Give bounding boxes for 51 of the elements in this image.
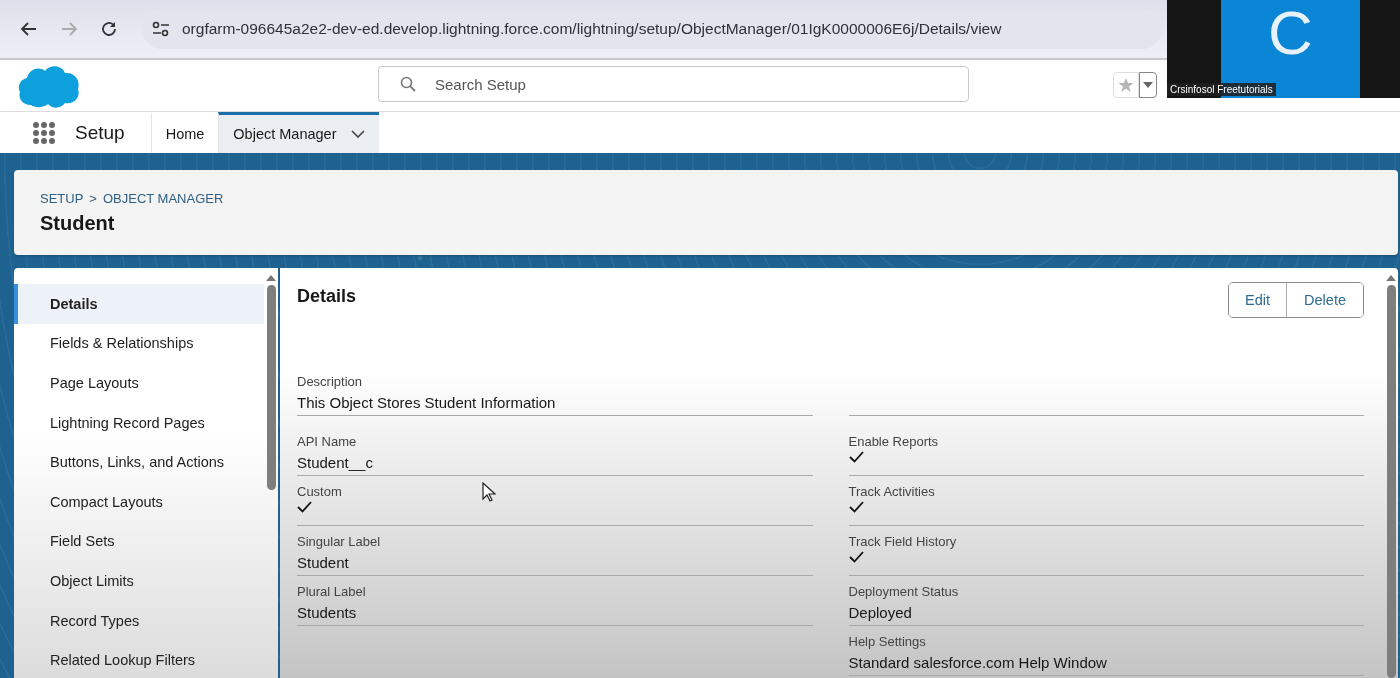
app-name: Setup [75, 120, 125, 145]
sidebar-item[interactable]: Buttons, Links, and Actions [14, 442, 264, 482]
nav-tab[interactable]: Object Manager [218, 112, 379, 153]
page-title: Student [40, 212, 116, 235]
field-label: Description [297, 373, 363, 391]
action-button[interactable]: Delete [1286, 283, 1363, 317]
field-label: Singular Label [297, 533, 381, 551]
back-arrow-icon [20, 20, 38, 38]
breadcrumb-link[interactable]: SETUP [40, 191, 84, 206]
sidebar-item[interactable]: Compact Layouts [14, 481, 264, 522]
star-icon [1118, 77, 1134, 93]
field-value: Deployed [848, 603, 912, 623]
forward-arrow-icon [60, 20, 78, 38]
breadcrumb-link[interactable]: OBJECT MANAGER [102, 191, 224, 206]
field-value: This Object Stores Student Information [297, 393, 556, 413]
field-value: Student__c [297, 453, 373, 473]
scrollbar-thumb[interactable] [1386, 284, 1396, 678]
sidebar-item[interactable]: Record Types [14, 600, 264, 641]
sidebar-item[interactable]: Page Layouts [14, 363, 264, 403]
field-label: Enable Reports [848, 433, 939, 451]
field-label: Plural Label [297, 583, 366, 601]
field-label: Help Settings [848, 633, 926, 651]
participant-name: Crsinfosol Freetutorials [1167, 83, 1276, 96]
scrollbar-thumb[interactable] [266, 285, 276, 490]
section-title: Details [297, 286, 357, 307]
favorites-menu-button[interactable] [1139, 72, 1157, 98]
sidebar-item[interactable]: Fields & Relationships [14, 323, 264, 364]
sidebar-item[interactable]: Lightning Record Pages [14, 402, 264, 443]
avatar-initial: C [1268, 0, 1313, 66]
breadcrumb-separator: > [89, 191, 97, 206]
sidebar-item[interactable]: Related Lookup Filters [14, 640, 264, 678]
sidebar-item[interactable]: Field Sets [14, 521, 264, 562]
field-label: Custom [297, 483, 342, 501]
sidebar-item[interactable]: Details [14, 284, 264, 324]
sidebar-item[interactable]: Object Limits [14, 561, 264, 601]
site-settings-icon [152, 21, 170, 37]
caret-down-icon [1143, 82, 1153, 88]
grid-dots-icon [32, 120, 56, 145]
search-icon [400, 76, 416, 92]
mouse-pointer-icon [482, 482, 496, 502]
search-field[interactable]: Search Setup [378, 66, 969, 102]
reload-icon [100, 20, 118, 38]
scroll-up-icon [1386, 275, 1396, 281]
field-label: Track Activities [848, 483, 935, 501]
field-label: Deployment Status [848, 583, 959, 601]
field-value: Standard salesforce.com Help Window [848, 653, 1107, 673]
scroll-up-icon [266, 275, 276, 281]
field-label: API Name [297, 433, 357, 451]
field-value: Students [297, 603, 357, 623]
field-label: Track Field History [848, 533, 957, 551]
field-value: Student [297, 553, 349, 573]
